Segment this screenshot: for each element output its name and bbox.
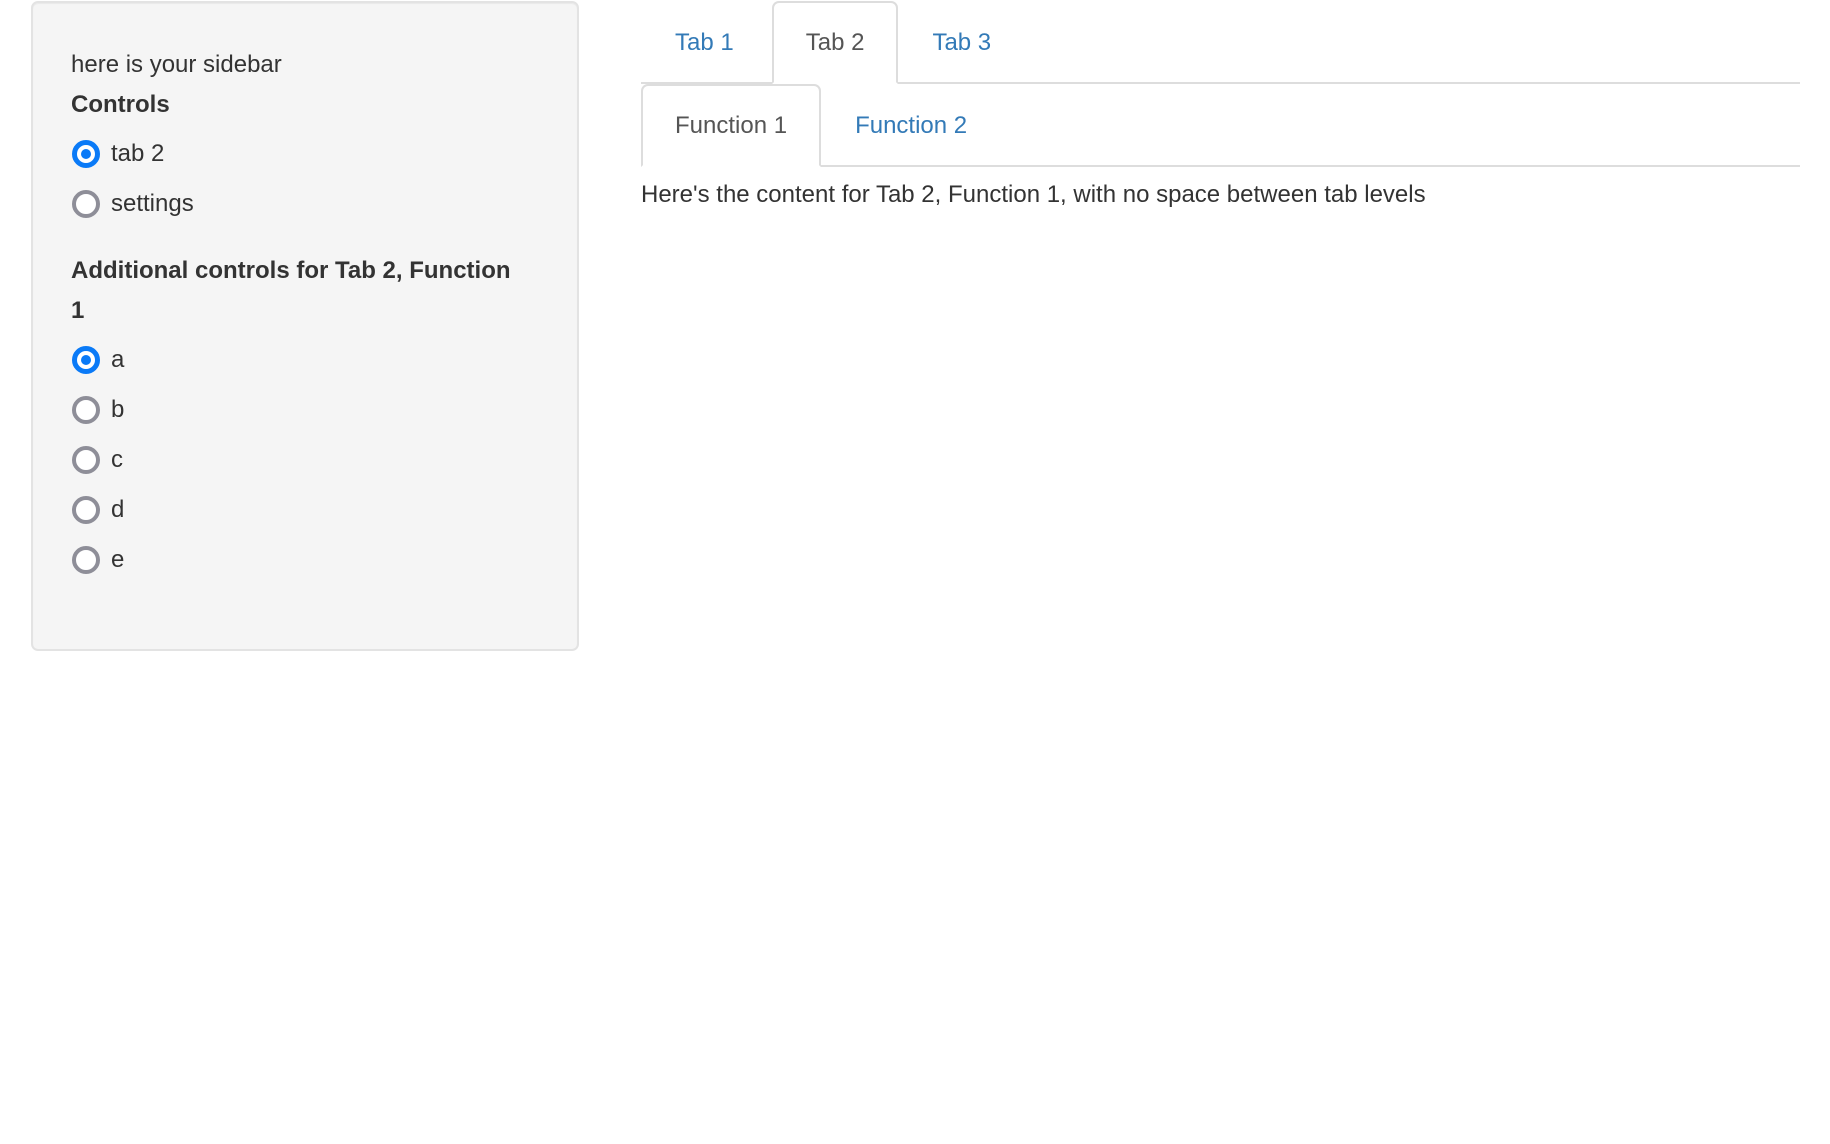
radio-option-d[interactable]: d	[71, 485, 539, 535]
tab-2[interactable]: Tab 2	[771, 1, 899, 84]
tab-function-1[interactable]: Function 1	[641, 84, 822, 167]
radio-option-e[interactable]: e	[71, 535, 539, 585]
sidebar-panel: here is your sidebar Controls tab 2 sett…	[31, 1, 579, 651]
sidebar-intro-text: here is your sidebar	[71, 51, 282, 78]
radio-checked-icon[interactable]	[72, 140, 100, 168]
radio-option-settings[interactable]: settings	[71, 179, 539, 229]
radio-label: c	[111, 446, 123, 473]
radio-option-tab-2[interactable]: tab 2	[71, 129, 539, 179]
radio-unchecked-icon[interactable]	[72, 190, 100, 218]
radio-label: a	[111, 346, 125, 373]
radio-unchecked-icon[interactable]	[72, 446, 100, 474]
radio-unchecked-icon[interactable]	[72, 396, 100, 424]
radio-unchecked-icon[interactable]	[72, 496, 100, 524]
radio-option-c[interactable]: c	[71, 435, 539, 485]
radio-label: e	[111, 546, 125, 573]
radio-label: b	[111, 396, 125, 423]
tab-1[interactable]: Tab 1	[641, 1, 768, 84]
radio-label: d	[111, 496, 125, 523]
main-panel: Tab 1 Tab 2 Tab 3 Function 1 Function 2 …	[641, 0, 1800, 215]
radio-checked-icon[interactable]	[72, 346, 100, 374]
tab-3[interactable]: Tab 3	[898, 1, 1025, 84]
radio-unchecked-icon[interactable]	[72, 546, 100, 574]
top-tab-bar: Tab 1 Tab 2 Tab 3	[641, 0, 1800, 84]
radio-option-b[interactable]: b	[71, 385, 539, 435]
sub-tab-bar: Function 1 Function 2	[641, 84, 1800, 167]
controls-radio-group: tab 2 settings	[71, 129, 539, 229]
tab-function-2[interactable]: Function 2	[821, 84, 1001, 167]
radio-label: tab 2	[111, 140, 165, 167]
controls-label: Controls	[71, 91, 170, 118]
additional-controls-label: Additional controls for Tab 2, Function …	[71, 257, 511, 324]
additional-controls-radio-group: a b c d e	[71, 335, 539, 585]
radio-option-a[interactable]: a	[71, 335, 539, 385]
radio-label: settings	[111, 190, 194, 217]
tab-content-text: Here's the content for Tab 2, Function 1…	[641, 181, 1426, 208]
